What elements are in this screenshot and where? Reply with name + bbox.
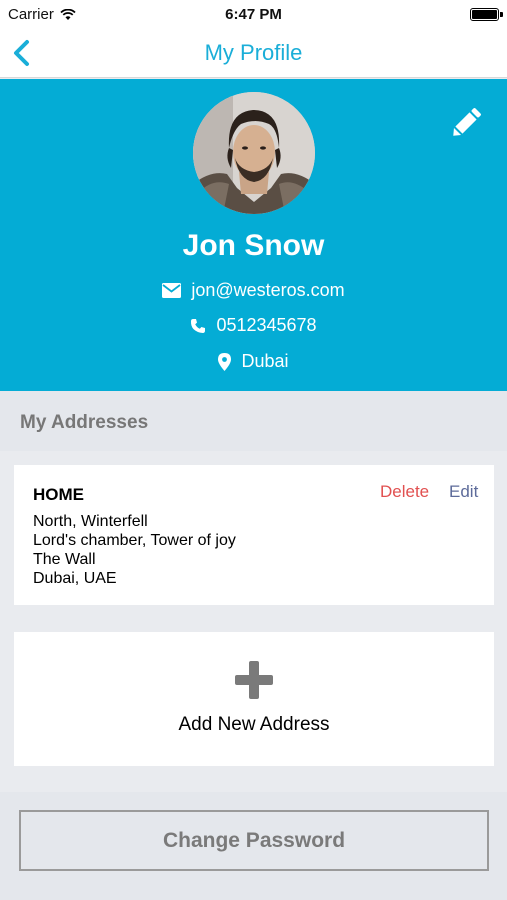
phone-row: 0512345678 [0,315,507,336]
pencil-icon [453,108,481,136]
avatar [193,92,315,214]
location-row: Dubai [0,351,507,372]
navigation-bar: My Profile [0,28,507,78]
envelope-icon [162,283,182,298]
profile-header: Jon Snow jon@westeros.com 0512345678 Dub… [0,79,507,391]
delete-address-button[interactable]: Delete [380,482,429,502]
profile-location: Dubai [241,351,289,371]
profile-phone: 0512345678 [216,315,317,335]
profile-email: jon@westeros.com [191,280,345,300]
change-password-button[interactable]: Change Password [19,810,489,871]
map-pin-icon [218,352,232,371]
password-section: Change Password [0,792,507,900]
addresses-section-header: My Addresses [0,391,507,451]
page-title: My Profile [204,40,303,65]
edit-address-button[interactable]: Edit [449,482,478,502]
add-address-label: Add New Address [178,714,330,735]
address-line: North, Winterfell [33,513,148,530]
add-address-button[interactable]: Add New Address [14,632,494,766]
address-type: HOME [33,485,84,504]
address-line: Lord's chamber, Tower of joy [33,532,236,549]
edit-profile-button[interactable] [448,105,484,141]
status-time: 6:47 PM [225,6,282,23]
address-card: HOME Delete Edit North, Winterfell Lord'… [14,465,494,605]
email-row: jon@westeros.com [0,280,507,301]
battery-tip [500,12,503,17]
address-lines: North, Winterfell Lord's chamber, Tower … [33,512,236,588]
phone-icon [191,318,206,333]
profile-name: Jon Snow [182,229,325,262]
plus-icon [235,661,273,699]
address-line: The Wall [33,551,96,568]
status-bar: Carrier 6:47 PM [0,0,507,28]
address-line: Dubai, UAE [33,570,117,587]
battery-icon [470,8,499,21]
change-password-label: Change Password [162,828,346,852]
section-title: My Addresses [20,412,149,433]
